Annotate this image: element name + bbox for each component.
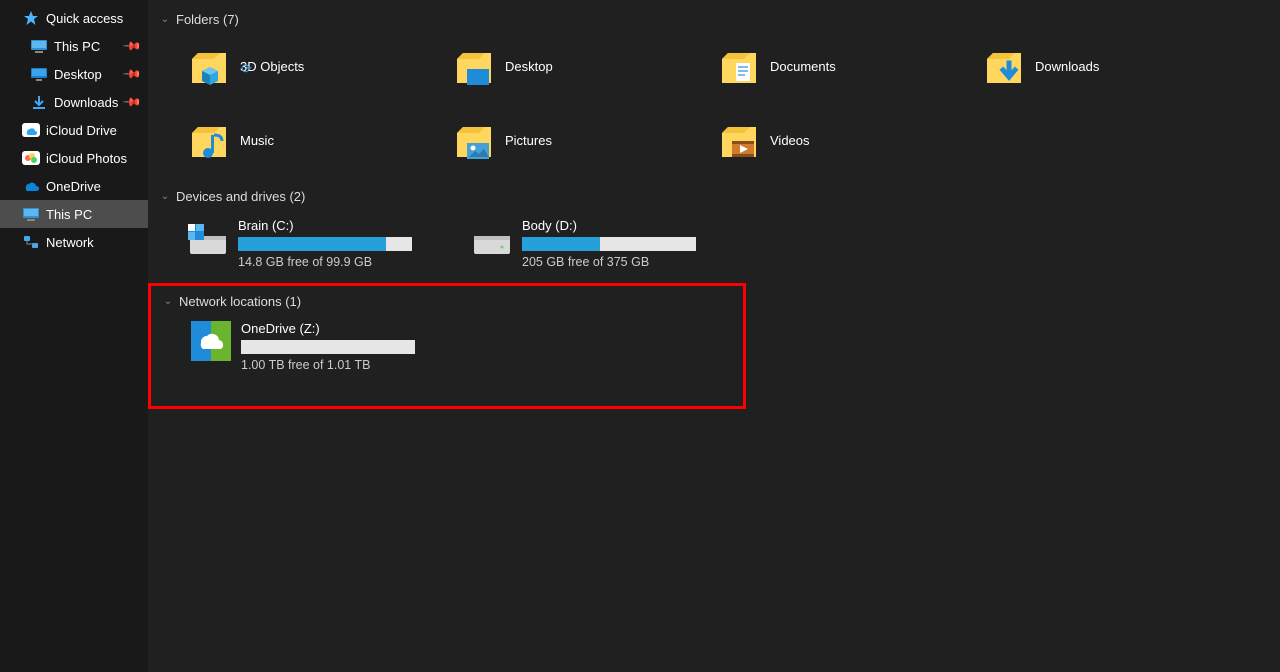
thispc-icon [30,37,48,55]
drive-name: Body (D:) [522,218,696,233]
pin-icon: 📌 [122,36,142,56]
folder-documents[interactable]: Documents [718,41,983,91]
chevron-down-icon: ⌄ [161,296,175,307]
group-header-drives[interactable]: ⌄ Devices and drives (2) [148,183,1280,210]
documents-icon [718,45,760,87]
sidebar-item-label: Network [46,235,94,250]
desktop-icon [30,65,48,83]
icloudphotos-icon [22,149,40,167]
drive-free-text: 1.00 TB free of 1.01 TB [241,358,415,372]
onedrive-drive-icon [191,321,231,361]
folder-label: Videos [770,133,810,148]
folder-music[interactable]: Music [188,115,453,165]
sidebar-item-label: Quick access [46,11,123,26]
sync-icon: ⟳ [241,61,252,77]
drive-free-text: 205 GB free of 375 GB [522,255,696,269]
sidebar-item-onedrive[interactable]: OneDrive [0,172,148,200]
sidebar-item-downloads[interactable]: Downloads 📌 [0,88,148,116]
3dobjects-icon: ⟳ [188,45,230,87]
sidebar: Quick access This PC 📌 Desktop 📌 Downloa… [0,0,148,672]
desktopf-icon [453,45,495,87]
sidebar-item-label: OneDrive [46,179,101,194]
folder-desktop[interactable]: Desktop [453,41,718,91]
thispc-icon [22,205,40,223]
folder-label: Downloads [1035,59,1099,74]
folder-label: Music [240,133,274,148]
drive-usage-bar [238,237,412,251]
network-highlight-box: ⌄ Network locations (1) OneDrive (Z:) 1.… [148,283,746,409]
star-icon [22,9,40,27]
music-icon [188,119,230,161]
sidebar-item-icloud-photos[interactable]: iCloud Photos [0,144,148,172]
drive-name: OneDrive (Z:) [241,321,415,336]
sidebar-item-label: iCloud Photos [46,151,127,166]
folder-videos[interactable]: Videos [718,115,983,165]
folder-label: Documents [770,59,836,74]
drive-usage-bar [522,237,696,251]
sidebar-item-label: This PC [54,39,100,54]
chevron-down-icon: ⌄ [158,191,172,202]
sidebar-item-icloud-drive[interactable]: iCloud Drive [0,116,148,144]
sidebar-item-label: This PC [46,207,92,222]
sidebar-item-this-pc[interactable]: This PC [0,200,148,228]
drive-c[interactable]: Brain (C:) 14.8 GB free of 99.9 GB [188,218,412,269]
drive-usage-bar [241,340,415,354]
pin-icon: 📌 [122,92,142,112]
onedrive-icon [22,177,40,195]
downloadsf-icon [983,45,1025,87]
drive-icon [472,222,512,258]
downloads-icon [30,93,48,111]
main-content: ⌄ Folders (7) ⟳ 3D Objects Desktop Docum… [148,0,1280,672]
pin-icon: 📌 [122,64,142,84]
drives-row: Brain (C:) 14.8 GB free of 99.9 GB Body … [148,210,1280,279]
network-drive-onedrive[interactable]: OneDrive (Z:) 1.00 TB free of 1.01 TB [191,321,415,372]
group-header-label: Network locations (1) [179,294,301,309]
network-locations-row: OneDrive (Z:) 1.00 TB free of 1.01 TB [151,315,743,372]
group-header-folders[interactable]: ⌄ Folders (7) [148,6,1280,33]
videos-icon [718,119,760,161]
sidebar-item-this-pc-pinned[interactable]: This PC 📌 [0,32,148,60]
sidebar-item-label: Downloads [54,95,118,110]
folder-label: Pictures [505,133,552,148]
sidebar-item-label: Desktop [54,67,102,82]
sidebar-item-network[interactable]: Network [0,228,148,256]
group-header-network[interactable]: ⌄ Network locations (1) [151,288,743,315]
iclouddrive-icon [22,121,40,139]
network-icon [22,233,40,251]
drive-free-text: 14.8 GB free of 99.9 GB [238,255,412,269]
folders-grid: ⟳ 3D Objects Desktop Documents Downloads… [148,33,1280,183]
sidebar-item-quick-access[interactable]: Quick access [0,4,148,32]
drive-icon [188,222,228,258]
drive-name: Brain (C:) [238,218,412,233]
folder-3d-objects[interactable]: ⟳ 3D Objects [188,41,453,91]
folder-downloads[interactable]: Downloads [983,41,1248,91]
folder-label: Desktop [505,59,553,74]
drive-d[interactable]: Body (D:) 205 GB free of 375 GB [472,218,696,269]
sidebar-item-desktop[interactable]: Desktop 📌 [0,60,148,88]
group-header-label: Folders (7) [176,12,239,27]
group-header-label: Devices and drives (2) [176,189,305,204]
pictures-icon [453,119,495,161]
sidebar-item-label: iCloud Drive [46,123,117,138]
chevron-down-icon: ⌄ [158,14,172,25]
folder-pictures[interactable]: Pictures [453,115,718,165]
